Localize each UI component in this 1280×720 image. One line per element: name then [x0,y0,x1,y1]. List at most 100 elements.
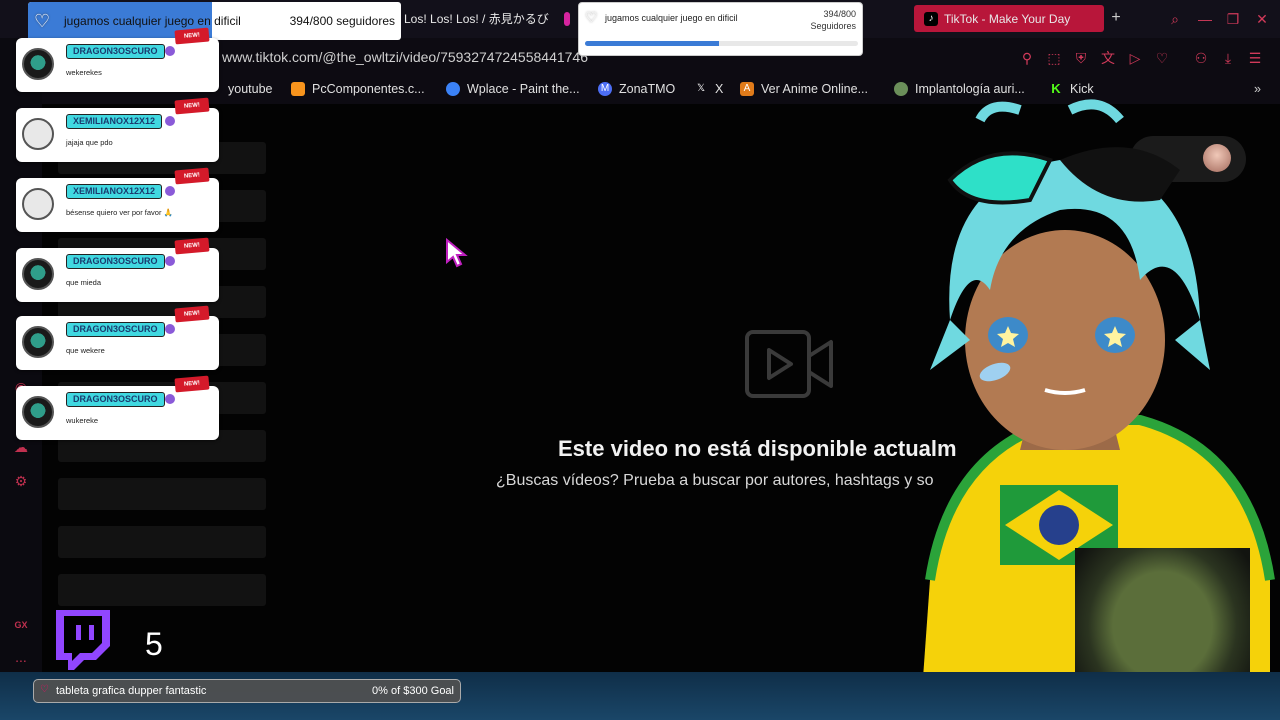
badge-icon [165,324,175,334]
video-unavailable-icon [745,330,833,398]
chat-username: XEMILIANOX12X12 [66,114,163,129]
twitch-sub-count: 5 [145,626,163,662]
follower-goal-count: 394/800 Seguidores [810,8,856,32]
pin-icon[interactable]: ⚲ [1019,50,1035,66]
chat-message: NEW! DRAGON3OSCURO wukereke [16,375,219,440]
donation-goal-bar: ♡ tableta grafica dupper fantastic 0% of… [33,679,461,703]
new-badge: NEW! [174,27,210,45]
bookmark-animeflv[interactable]: A Ver Anime Online... [740,82,868,96]
chat-text: bésense quiero ver por favor 🙏 [66,208,173,217]
chat-text: jajaja que pdo [66,138,113,147]
tab-karubi[interactable]: Los! Los! Los! / 赤見かるび [404,5,552,32]
follower-count-label: Seguidores [810,21,856,31]
bookmark-label: X [715,82,724,96]
skeleton-row [58,574,266,606]
avatar [22,326,54,358]
chat-message: NEW! XEMILIANOX12X12 bésense quiero ver po… [16,167,219,232]
chat-username: DRAGON3OSCURO [66,44,165,59]
heart-icon: ♡ [40,684,49,695]
chat-text: que mieda [66,278,102,287]
new-badge: NEW! [174,237,210,255]
tab-tiktok[interactable]: ♪ TikTok - Make Your Day [914,5,1104,32]
bookmark-zonatmo[interactable]: M ZonaTMO [598,82,675,96]
chat-username: DRAGON3OSCURO [66,392,165,407]
screen: Los! Los! Los! / 赤見かるび ♪ TikTok - Make Y… [0,0,1280,720]
avatar [22,48,54,80]
play-icon[interactable]: ▷ [1127,50,1143,66]
bookmark-label: youtube [228,82,273,96]
url-field[interactable]: www.tiktok.com/@the_owltzi/video/7593274… [222,49,588,65]
chat-username: XEMILIANOX12X12 [66,184,163,199]
bookmark-youtube[interactable]: youtube [228,82,272,96]
download-icon[interactable]: ⤓ [1220,50,1236,66]
menu-icon[interactable]: ☰ [1247,50,1263,66]
chat-username: DRAGON3OSCURO [66,254,165,269]
donation-goal-label: tableta grafica dupper fantastic [56,685,207,697]
avatar [22,188,54,220]
skeleton-row [58,478,266,510]
chat-text: wukereke [66,416,99,425]
profile-icon[interactable]: ⚇ [1193,50,1209,66]
chat-message: NEW! DRAGON3OSCURO que wekere [16,305,219,370]
unavailable-subtitle: ¿Buscas vídeos? Prueba a buscar por auto… [496,472,934,489]
translate-icon[interactable]: 文 [1100,50,1116,66]
avatar [22,118,54,150]
new-badge: NEW! [174,167,210,185]
close-icon[interactable]: ✕ [1252,9,1272,29]
restore-icon[interactable]: ❐ [1223,9,1243,29]
new-badge: NEW! [174,305,210,323]
zonatmo-icon: M [598,82,612,96]
donation-goal-progress: 0% of $300 Goal [372,685,454,697]
instagram-tab[interactable] [564,5,576,32]
follower-progress-fill [585,41,720,46]
x-icon: 𝕏 [696,83,706,94]
new-tab-button[interactable]: + [1106,8,1126,28]
more-icon[interactable]: ... [12,648,30,666]
badge-icon [165,46,175,56]
minimize-icon[interactable]: — [1195,9,1215,29]
tab-label: TikTok - Make Your Day [944,11,1071,26]
unavailable-title: Este video no está disponible actualm [558,436,957,461]
avatar [22,258,54,290]
bookmark-x[interactable]: 𝕏 X [694,82,723,96]
gx-label[interactable]: GX [12,616,30,634]
heart-icon[interactable]: ♡ [1154,50,1170,66]
avatar [22,396,54,428]
settings-icon[interactable]: ⚙ [12,472,30,490]
follower-goal-title: jugamos cualquier juego en dificil [605,13,738,23]
chat-message: NEW! DRAGON3OSCURO wekerekes [16,27,219,92]
globe-icon [446,82,460,96]
follower-count-value: 394/800 [823,9,856,19]
follower-goal-widget-2: ♡ jugamos cualquier juego en dificil 394… [578,2,863,56]
bookmark-label: Wplace - Paint the... [467,82,580,96]
bookmark-label: PcComponentes.c... [312,82,425,96]
tab-label: Los! Los! Los! / 赤見かるび [404,12,549,26]
pccomponentes-icon [291,82,305,96]
chat-text: que wekere [66,346,105,355]
heart-icon: ♡ [34,11,51,31]
new-badge: NEW! [174,375,210,393]
chat-message: NEW! XEMILIANOX12X12 jajaja que pdo [16,97,219,162]
bookmark-pccomponentes[interactable]: PcComponentes.c... [291,82,425,96]
search-icon[interactable]: ⌕ [1165,9,1185,29]
cursor-icon [446,238,468,268]
animeflv-icon: A [740,82,754,96]
bookmark-label: Ver Anime Online... [761,82,869,96]
badge-icon [165,394,175,404]
badge-icon [165,116,175,126]
new-badge: NEW! [174,97,210,115]
tiktok-icon: ♪ [924,11,938,26]
follower-goal-count: 394/800 seguidores [289,14,395,28]
bookmark-label: ZonaTMO [619,82,676,96]
follower-progress-bar [585,41,858,46]
bookmark-wplace[interactable]: Wplace - Paint the... [446,82,580,96]
skeleton-row [58,526,266,558]
follower-goal-widget: ♡ jugamos cualquier juego en dificil 394… [28,2,401,40]
shield-icon[interactable]: ⛨ [1073,50,1089,66]
heart-icon: ♡ [585,9,598,25]
badge-icon [165,256,175,266]
screenshot-icon[interactable]: ⬚ [1046,50,1062,66]
instagram-icon [564,11,570,26]
chat-text: wekerekes [66,68,102,77]
sidebar-twitch-icon[interactable]: ☁ [12,438,30,456]
